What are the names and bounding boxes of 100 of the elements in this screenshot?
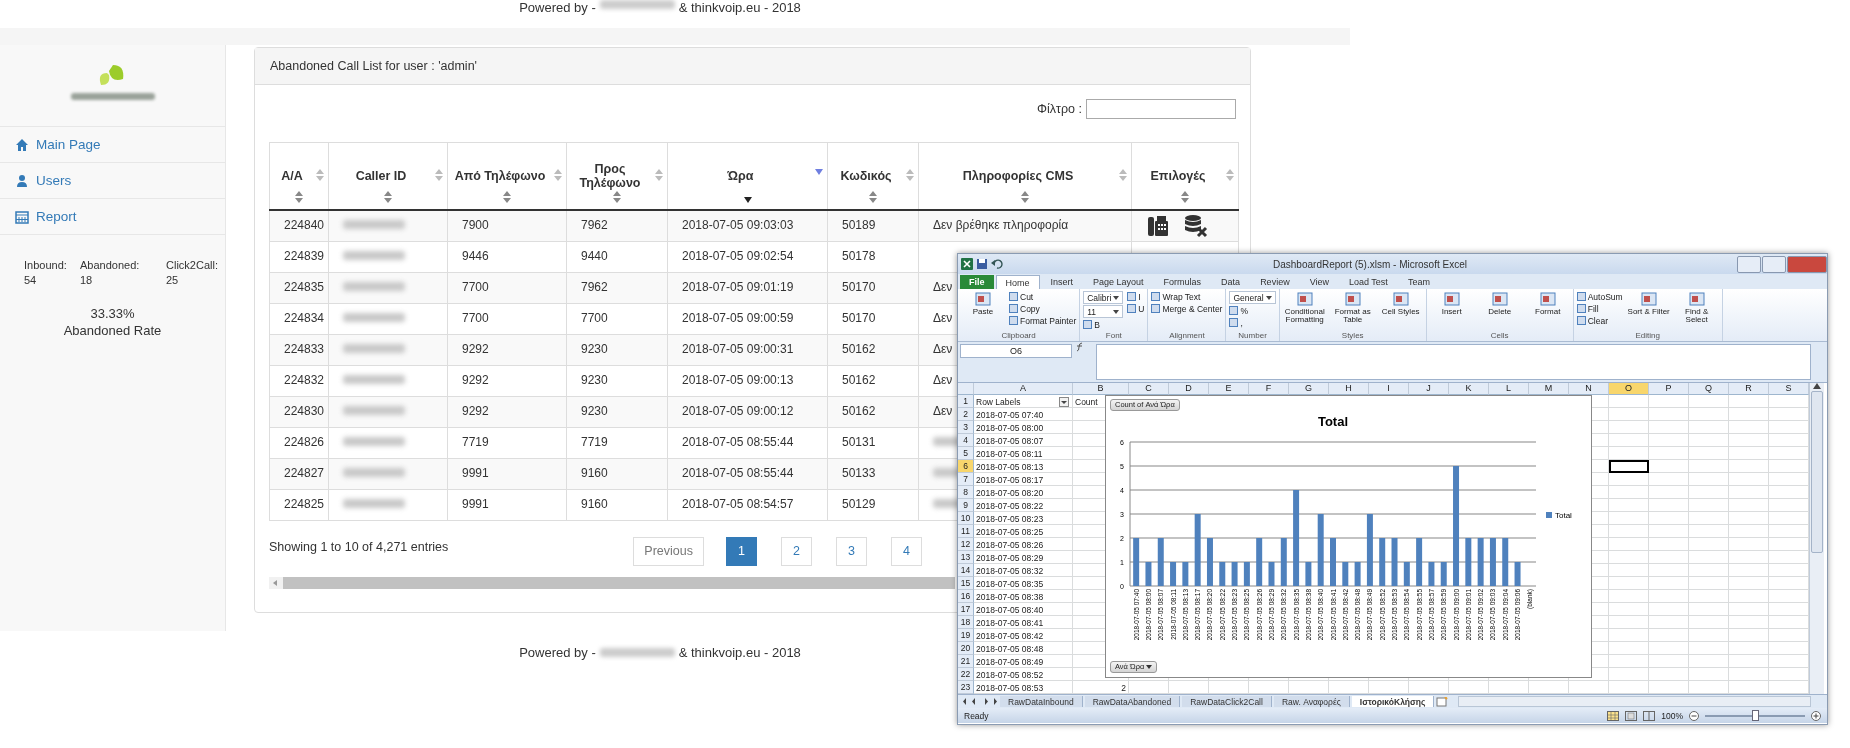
row-header[interactable]: 16: [958, 590, 974, 603]
sheet-tab[interactable]: Raw. Αναφορές: [1273, 696, 1350, 707]
row-header[interactable]: 21: [958, 655, 974, 668]
close-button[interactable]: [1787, 255, 1827, 273]
ribbon-dropdown[interactable]: Calibri: [1083, 291, 1124, 304]
ribbon-button[interactable]: Cell Styles: [1378, 291, 1423, 327]
row-header[interactable]: 23: [958, 681, 974, 694]
row-header[interactable]: 15: [958, 577, 974, 590]
slider-thumb[interactable]: [1752, 710, 1759, 721]
column-header[interactable]: S: [1769, 383, 1809, 395]
ribbon-tab[interactable]: Load Test: [1340, 275, 1397, 289]
column-header[interactable]: E: [1209, 383, 1249, 395]
row-header[interactable]: 14: [958, 564, 974, 577]
file-tab[interactable]: File: [960, 275, 994, 289]
filter-field[interactable]: [1086, 99, 1236, 119]
column-header[interactable]: A: [974, 383, 1073, 395]
column-header[interactable]: M: [1529, 383, 1569, 395]
vertical-scrollbar[interactable]: [1809, 383, 1824, 694]
ribbon-tab[interactable]: View: [1300, 275, 1338, 289]
ribbon-button[interactable]: Delete: [1477, 291, 1522, 327]
ribbon-tab[interactable]: Data: [1212, 275, 1250, 289]
selected-cell[interactable]: [1609, 460, 1649, 473]
ribbon-button[interactable]: Format as Table: [1330, 291, 1375, 327]
zoom-out-icon[interactable]: [1689, 710, 1699, 721]
ribbon-button[interactable]: Wrap Text: [1151, 291, 1223, 302]
sheet-tab[interactable]: ΙστορικόΚλήσης: [1351, 696, 1435, 707]
column-header[interactable]: F: [1249, 383, 1289, 395]
nav-link[interactable]: Main Page: [0, 127, 225, 163]
minimize-button[interactable]: [1737, 255, 1761, 273]
ribbon-button[interactable]: Cut: [1009, 291, 1077, 302]
page-button[interactable]: 4: [890, 536, 922, 566]
ribbon-button[interactable]: Copy: [1009, 303, 1077, 314]
ribbon-tab[interactable]: Review: [1251, 275, 1299, 289]
row-header[interactable]: 19: [958, 629, 974, 642]
phone-icon[interactable]: [1146, 214, 1170, 238]
row-header[interactable]: 1: [958, 395, 974, 408]
ribbon-button[interactable]: Fill: [1576, 303, 1623, 314]
sheet-tab[interactable]: RawDataInbound: [1000, 696, 1083, 707]
column-header[interactable]: B: [1073, 383, 1129, 395]
page-break-icon[interactable]: [1643, 710, 1656, 721]
save-icon[interactable]: [976, 258, 988, 270]
excel-icon[interactable]: [961, 258, 973, 270]
ribbon-tab[interactable]: Team: [1398, 275, 1439, 289]
normal-view-icon[interactable]: [1607, 710, 1620, 721]
column-header[interactable]: I: [1369, 383, 1409, 395]
database-delete-icon[interactable]: [1184, 214, 1208, 238]
row-header[interactable]: 13: [958, 551, 974, 564]
column-header[interactable]: R: [1729, 383, 1769, 395]
row-header[interactable]: 5: [958, 447, 974, 460]
ribbon-button[interactable]: %: [1229, 305, 1276, 316]
row-header[interactable]: 12: [958, 538, 974, 551]
column-header[interactable]: P: [1649, 383, 1689, 395]
column-header[interactable]: H: [1329, 383, 1369, 395]
sheet-tab[interactable]: RawDataAbandoned: [1084, 696, 1181, 707]
ribbon-button[interactable]: Clear: [1576, 315, 1623, 326]
row-header[interactable]: 6: [958, 460, 974, 473]
previous-button[interactable]: Previous: [633, 536, 704, 566]
row-header[interactable]: 10: [958, 512, 974, 525]
page-button[interactable]: 2: [780, 536, 812, 566]
filter-dropdown-icon[interactable]: [1059, 396, 1069, 407]
row-header[interactable]: 3: [958, 421, 974, 434]
row-header[interactable]: 17: [958, 603, 974, 616]
row-header[interactable]: 11: [958, 525, 974, 538]
column-header[interactable]: L: [1489, 383, 1529, 395]
ribbon-tab[interactable]: Home: [995, 275, 1040, 289]
ribbon-button[interactable]: Insert: [1429, 291, 1474, 327]
ribbon-dropdown[interactable]: 11: [1083, 305, 1124, 318]
ribbon-button[interactable]: ,: [1229, 317, 1276, 328]
nav-link[interactable]: Report: [0, 199, 225, 235]
row-header[interactable]: 18: [958, 616, 974, 629]
ribbon-button[interactable]: Conditional Formatting: [1282, 291, 1327, 327]
column-header[interactable]: Q: [1689, 383, 1729, 395]
row-header[interactable]: 8: [958, 486, 974, 499]
row-header[interactable]: 20: [958, 642, 974, 655]
column-header[interactable]: D: [1169, 383, 1209, 395]
column-header[interactable]: C: [1129, 383, 1169, 395]
horizontal-scrollbar[interactable]: [1458, 696, 1811, 707]
page-button[interactable]: 3: [835, 536, 867, 566]
ribbon-button[interactable]: AutoSum: [1576, 291, 1623, 302]
ribbon-dropdown[interactable]: General: [1229, 291, 1276, 304]
ribbon-button[interactable]: Format Painter: [1009, 315, 1077, 326]
page-button[interactable]: 1: [725, 536, 757, 566]
row-header[interactable]: 9: [958, 499, 974, 512]
page-layout-icon[interactable]: [1625, 710, 1638, 721]
column-header[interactable]: O: [1609, 383, 1649, 395]
row-header[interactable]: 7: [958, 473, 974, 486]
sheet-nav-icon[interactable]: [962, 697, 998, 706]
ribbon-button[interactable]: Sort & Filter: [1626, 291, 1671, 327]
name-box[interactable]: O6: [960, 344, 1072, 358]
column-header[interactable]: N: [1569, 383, 1609, 395]
maximize-button[interactable]: [1762, 255, 1786, 273]
column-header[interactable]: K: [1449, 383, 1489, 395]
new-sheet-icon[interactable]: [1436, 696, 1449, 707]
row-header[interactable]: 22: [958, 668, 974, 681]
row-header[interactable]: 2: [958, 408, 974, 421]
column-header[interactable]: J: [1409, 383, 1449, 395]
row-header[interactable]: 4: [958, 434, 974, 447]
column-header[interactable]: G: [1289, 383, 1329, 395]
ribbon-tab[interactable]: Formulas: [1154, 275, 1211, 289]
ribbon-button[interactable]: B: [1083, 319, 1124, 330]
